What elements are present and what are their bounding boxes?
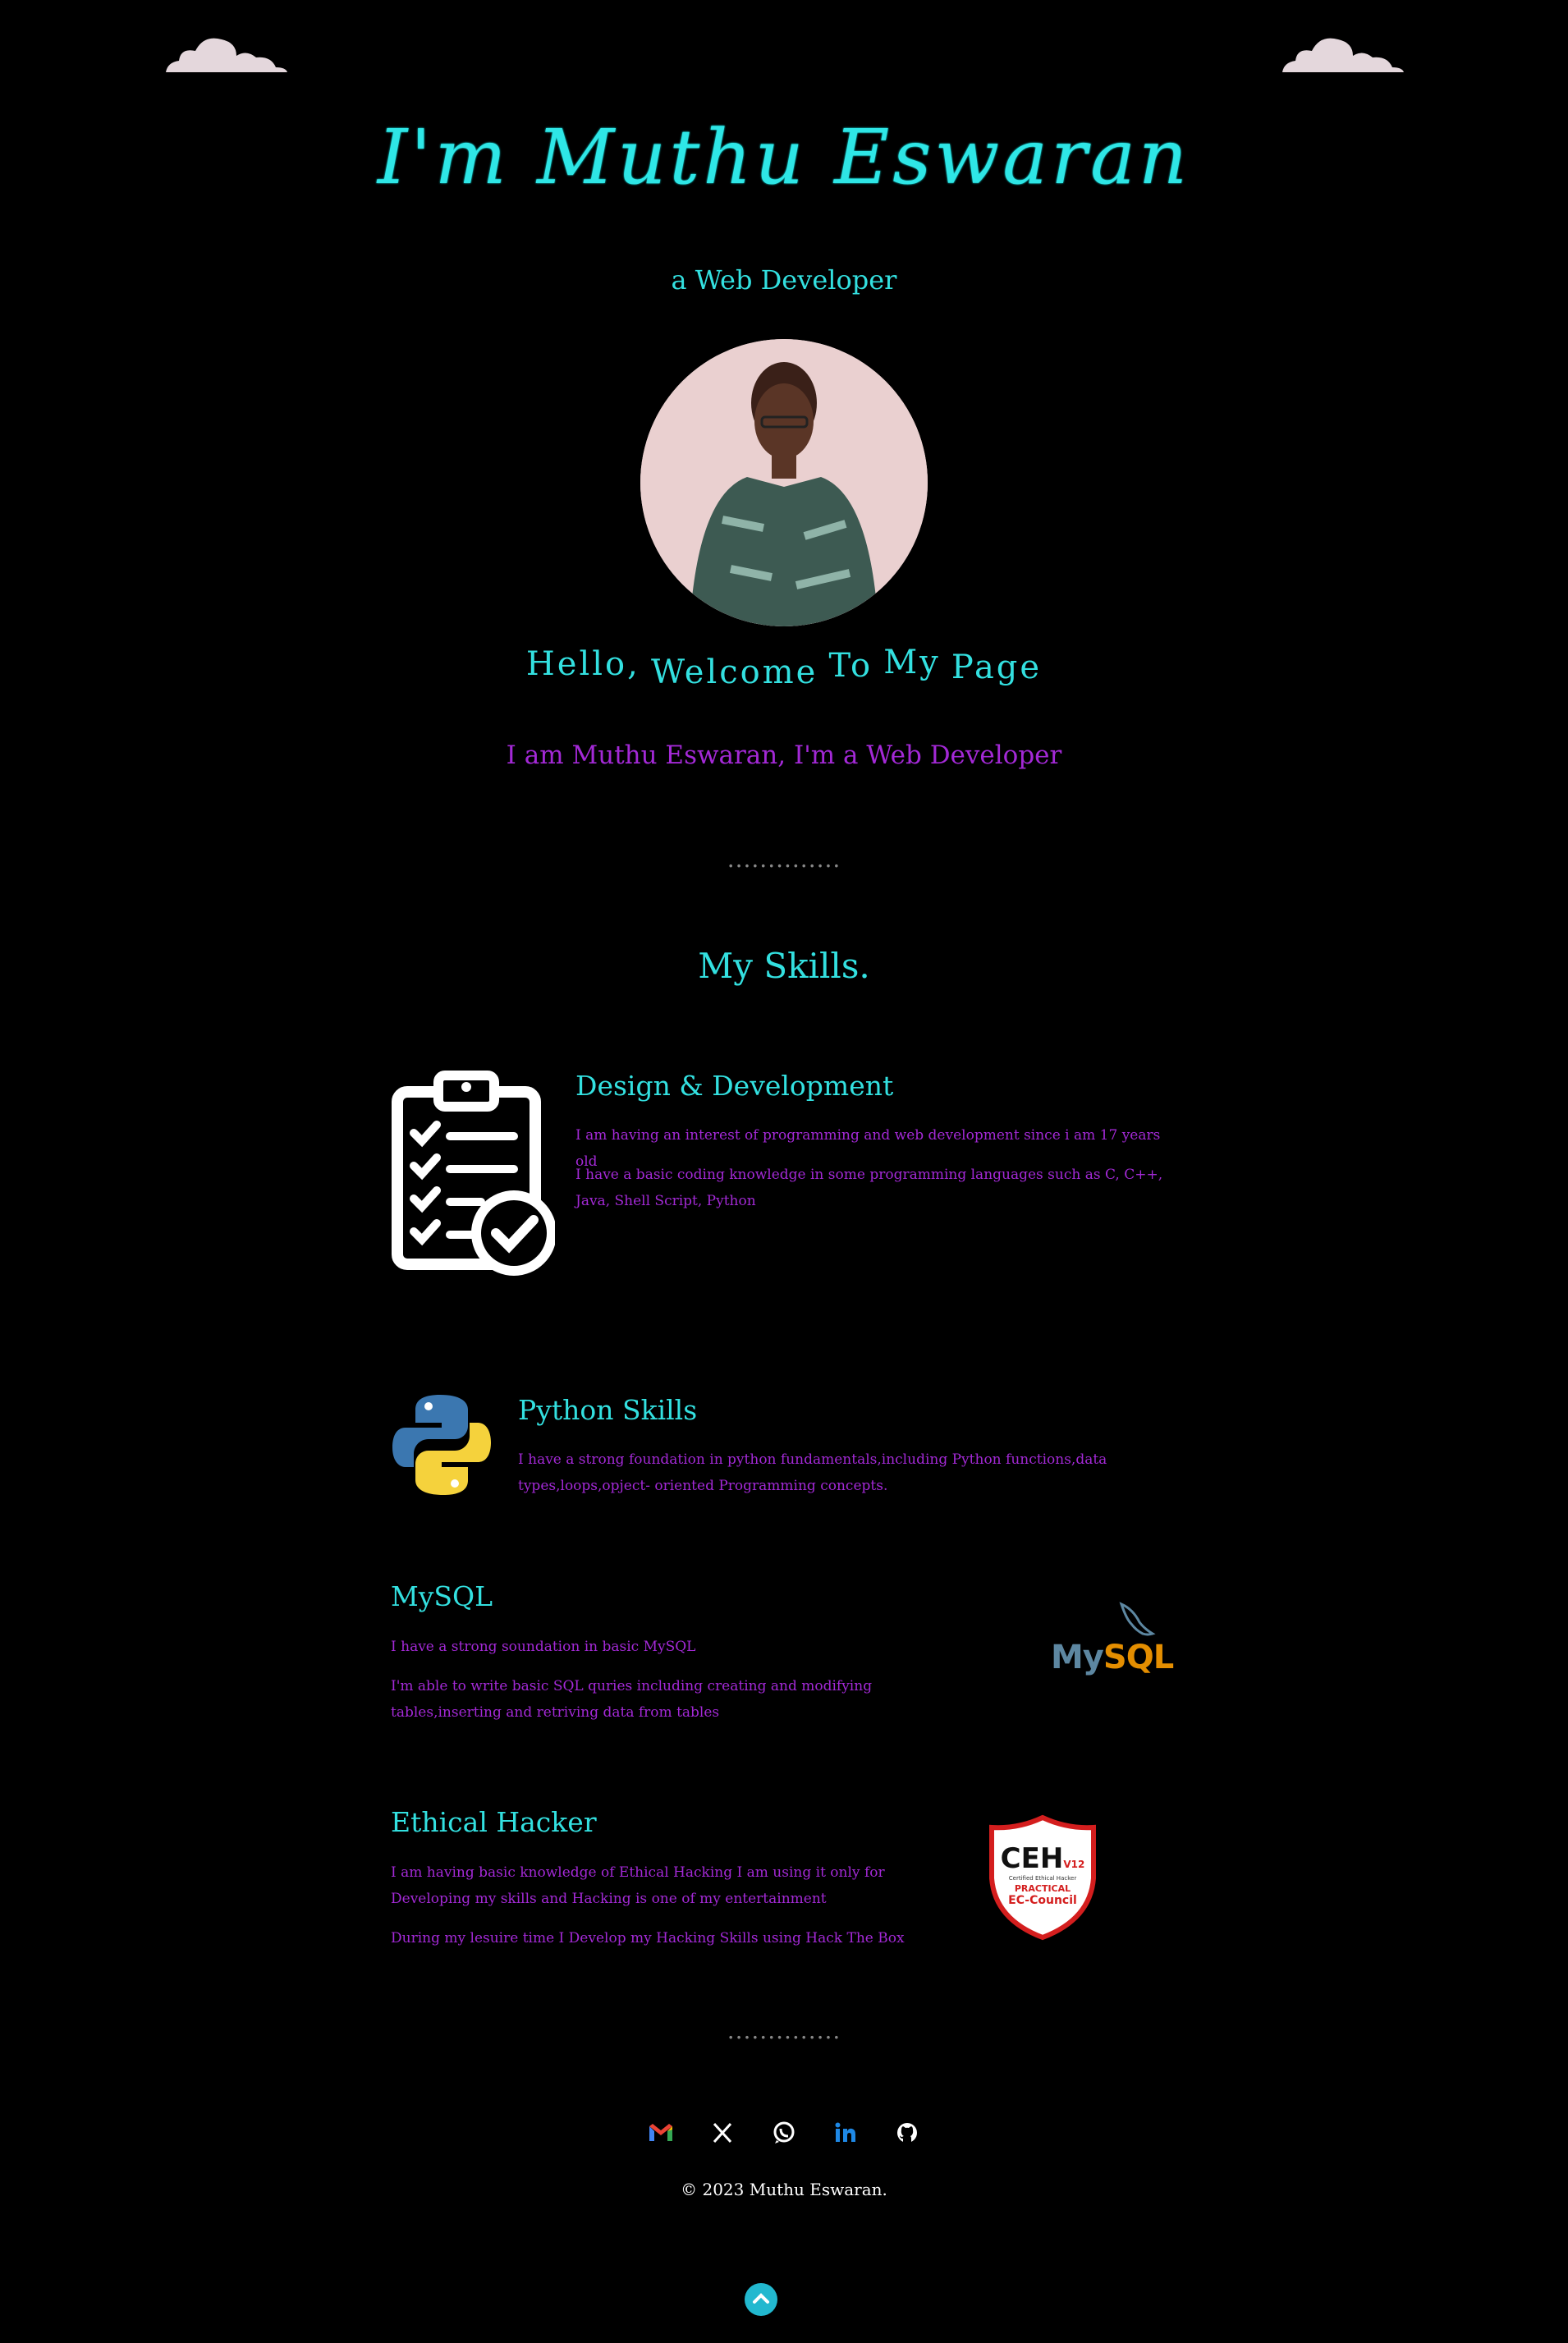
x-icon[interactable] xyxy=(708,2118,737,2148)
ceh-practical: PRACTICAL xyxy=(1014,1883,1071,1894)
welcome-word: Hello, xyxy=(525,645,640,683)
whatsapp-icon[interactable] xyxy=(769,2118,799,2148)
section-divider: .............. xyxy=(727,846,841,873)
skill-heading-python: Python Skills xyxy=(518,1394,698,1426)
hero-role: a Web Developer xyxy=(671,264,897,296)
clipboard-check-icon xyxy=(392,1071,555,1276)
skill-heading-mysql: MySQL xyxy=(391,1580,493,1612)
ceh-version: V12 xyxy=(1063,1859,1085,1870)
welcome-word: Page xyxy=(951,649,1043,686)
skill-heading-ethical-hacker: Ethical Hacker xyxy=(391,1806,597,1838)
linkedin-icon[interactable] xyxy=(831,2118,860,2148)
profile-avatar xyxy=(640,339,928,626)
welcome-banner: Hello, Welcome To My Page xyxy=(0,644,1568,699)
python-logo-icon xyxy=(392,1395,491,1495)
cloud-left-decoration xyxy=(166,38,287,72)
ceh-subtitle: Certified Ethical Hacker xyxy=(1008,1875,1077,1882)
skills-title: My Skills. xyxy=(698,946,870,986)
ceh-badge-icon: CEHV12 Certified Ethical Hacker PRACTICA… xyxy=(985,1814,1100,1942)
cloud-right-decoration xyxy=(1282,38,1404,72)
chevron-up-icon xyxy=(753,2293,769,2304)
copyright-text: © 2023 Muthu Eswaran. xyxy=(681,2180,887,2199)
gmail-icon[interactable] xyxy=(646,2118,676,2148)
skill-text: I have a strong foundation in python fun… xyxy=(518,1451,1107,1494)
skill-heading-design: Design & Development xyxy=(575,1070,894,1102)
mysql-logo-icon: MySQL xyxy=(1051,1601,1174,1683)
welcome-word: Welcome xyxy=(650,653,818,691)
welcome-word: My xyxy=(883,644,941,681)
section-divider: .............. xyxy=(727,2017,841,2044)
skill-text: I have a strong soundation in basic MySQ… xyxy=(391,1639,696,1655)
ceh-main: CEH xyxy=(1000,1842,1064,1875)
social-links xyxy=(0,2118,1568,2151)
skill-text: I am having basic knowledge of Ethical H… xyxy=(391,1864,885,1907)
github-icon[interactable] xyxy=(892,2118,922,2148)
skill-text: I'm able to write basic SQL quries inclu… xyxy=(391,1678,873,1721)
welcome-word: To xyxy=(828,647,873,685)
skill-text: During my lesuire time I Develop my Hack… xyxy=(391,1930,905,1946)
mysql-logo-text: SQL xyxy=(1103,1639,1174,1676)
ceh-ec-council: EC-Council xyxy=(1008,1894,1077,1907)
intro-text: I am Muthu Eswaran, I'm a Web Developer xyxy=(506,740,1062,770)
scroll-to-top-button[interactable] xyxy=(745,2283,777,2316)
skill-text: I have a basic coding knowledge in some … xyxy=(575,1167,1163,1209)
hero-title: I'm Muthu Eswaran xyxy=(377,113,1191,201)
